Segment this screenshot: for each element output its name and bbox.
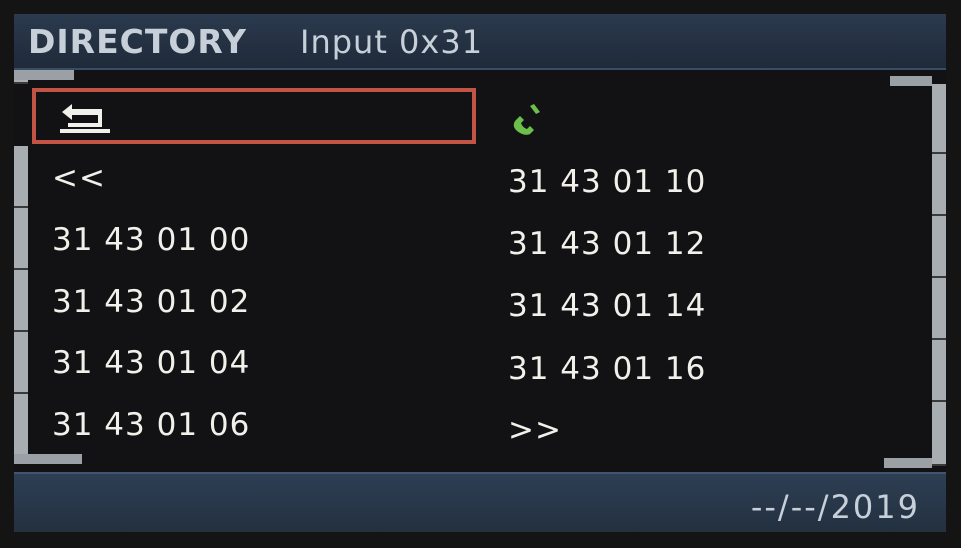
edge-segment [932,278,946,340]
corner-bottom-right [884,458,932,468]
list-item[interactable]: 31 43 01 06 [52,407,250,443]
edge-segment [14,394,28,456]
right-edge-tabs [932,84,946,470]
back-arrow-icon [60,104,110,133]
list-item[interactable]: 31 43 01 14 [508,288,706,324]
next-page-button[interactable]: >> [508,412,562,448]
back-button[interactable] [32,88,476,144]
list-item[interactable]: 31 43 01 12 [508,226,706,262]
footer-bar: --/--/2019 [14,472,946,532]
page-title: DIRECTORY [28,22,247,61]
edge-segment [932,340,946,402]
edge-segment [14,146,28,208]
edge-segment [14,208,28,270]
list-item[interactable]: 31 43 01 04 [52,345,250,381]
edge-segment [932,154,946,216]
phone-icon [513,104,540,135]
previous-page-button[interactable]: << [52,160,106,196]
header-bar: DIRECTORY Input 0x31 [14,14,946,70]
edge-segment [14,270,28,332]
corner-top-right [890,76,932,86]
list-item[interactable]: 31 43 01 16 [508,351,706,387]
left-edge-tabs [14,70,28,470]
edge-segment [932,216,946,278]
edge-segment [14,332,28,394]
display-screen: DIRECTORY Input 0x31 << 31 43 01 00 31 4… [14,14,946,532]
page-subtitle: Input 0x31 [300,23,484,61]
corner-top-left [14,70,74,80]
list-item[interactable]: 31 43 01 02 [52,284,250,320]
corner-bottom-left [14,454,82,464]
date-display: --/--/2019 [750,488,920,526]
display-bezel: DIRECTORY Input 0x31 << 31 43 01 00 31 4… [0,0,961,548]
list-item[interactable]: 31 43 01 10 [508,164,706,200]
list-item[interactable]: 31 43 01 00 [52,222,250,258]
edge-segment [932,84,946,154]
edge-segment [932,402,946,466]
